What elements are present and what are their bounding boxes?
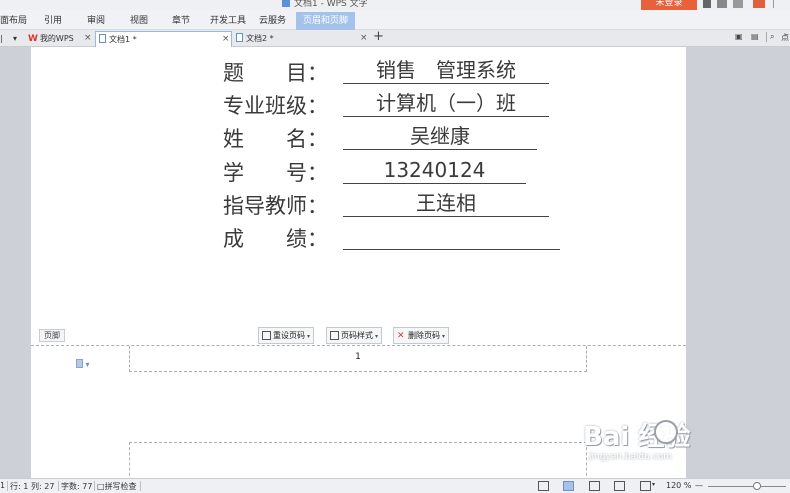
page-number-options[interactable]: ▾ [76, 359, 90, 369]
watermark-url: jingyan.baidu.com [589, 452, 673, 462]
outline-view-icon[interactable] [589, 481, 600, 491]
tab-list-dropdown[interactable]: ▾ [13, 31, 23, 47]
field-label: 学 号： [223, 161, 328, 185]
column-indicator: 列: 27 [31, 482, 55, 491]
field-label: 成 绩： [223, 227, 328, 251]
page-view-icon[interactable] [563, 481, 574, 491]
field-label: 姓 名： [223, 127, 328, 151]
chevron-down-icon: ▾ [307, 333, 311, 340]
delete-page-number-button[interactable]: ✕ 删除页码 ▾ [393, 327, 450, 344]
document-workspace[interactable]: 题 目： 销售 管理系统 专业班级： 计算机（一）班 姓 名： 吴继康 学 号：… [0, 47, 790, 478]
tab-review[interactable]: 审阅 [87, 13, 105, 30]
web-view-icon[interactable] [614, 481, 625, 491]
tab-document-1[interactable]: 文档1 * × [95, 31, 232, 47]
tab-cloud-services[interactable]: 云服务 [259, 13, 286, 30]
close-icon[interactable]: × [84, 31, 92, 46]
search-icon[interactable]: ⌕ [770, 32, 774, 42]
wps-logo-icon: W [28, 34, 38, 44]
share-icon[interactable]: ▣ [735, 32, 743, 41]
footer-area[interactable]: 1 [129, 346, 587, 372]
comment-icon[interactable]: ▤ [751, 32, 759, 41]
close-icon[interactable]: × [360, 31, 368, 46]
zoom-out-button[interactable]: — [695, 481, 703, 490]
login-button[interactable]: 未登录 [641, 0, 697, 10]
spell-check-toggle[interactable]: □拼写检查 [97, 481, 137, 492]
spell-check-label: 拼写检查 [104, 482, 137, 491]
divider [58, 481, 59, 491]
field-value[interactable]: 计算机（一）班 [343, 90, 549, 117]
document-icon [99, 34, 106, 43]
page-number-style-button[interactable]: 页码样式 ▾ [326, 327, 383, 344]
tab-label: 文档1 * [109, 35, 137, 44]
tab-label: 文档2 * [246, 34, 274, 43]
chevron-down-icon: ▾ [85, 360, 90, 369]
settings-icon[interactable] [717, 0, 727, 8]
ribbon-tab-bar: 面布局 引用 审阅 视图 章节 开发工具 云服务 页眉和页脚 [0, 10, 790, 30]
title-divider [773, 0, 774, 8]
window-title-bar: 文档1 - WPS 文字 未登录 [0, 0, 790, 10]
field-value[interactable]: 销售 管理系统 [343, 57, 549, 84]
window-title: 文档1 - WPS 文字 [282, 0, 368, 9]
button-label: 重设页码 [273, 331, 305, 340]
tab-references[interactable]: 引用 [44, 13, 62, 30]
window-title-text: 文档1 - WPS 文字 [294, 0, 368, 9]
tab-sections[interactable]: 章节 [172, 13, 190, 30]
document-icon [236, 33, 243, 42]
checkbox-icon: □ [97, 482, 105, 491]
field-label: 指导教师： [223, 194, 328, 218]
tab-bar-edge: | [0, 34, 3, 43]
zoom-slider-handle[interactable] [753, 482, 761, 490]
tab-view[interactable]: 视图 [130, 13, 148, 30]
reading-view-icon[interactable] [640, 481, 651, 491]
chevron-down-icon: ▾ [442, 333, 446, 340]
document-tab-bar: | ▾ W 我的WPS × 文档1 * × 文档2 * × + ▣ ▤ ⌕ 点 [0, 29, 790, 47]
document-page[interactable]: 题 目： 销售 管理系统 专业班级： 计算机（一）班 姓 名： 吴继康 学 号：… [31, 47, 686, 429]
tab-label: 我的WPS [39, 34, 74, 43]
field-value[interactable]: 王连相 [343, 190, 549, 217]
zoom-slider-track[interactable] [708, 486, 786, 487]
field-value[interactable] [343, 223, 560, 250]
tab-my-wps[interactable]: W 我的WPS × [28, 31, 94, 47]
row-indicator: 行: 1 [10, 482, 29, 491]
baidu-paw-icon [654, 420, 678, 444]
new-tab-plus-icon[interactable]: + [373, 29, 384, 44]
reset-page-number-icon [262, 331, 271, 340]
field-label: 专业班级： [223, 94, 328, 118]
zoom-level[interactable]: 120 % [666, 481, 691, 490]
status-bar: 1 行: 1 列: 27 字数: 77 □拼写检查 ▾ 120 % — [0, 478, 790, 493]
button-label: 删除页码 [408, 331, 440, 340]
focus-mode-icon[interactable] [538, 481, 549, 491]
field-label: 题 目： [223, 61, 328, 85]
word-count[interactable]: 字数: 77 [61, 481, 92, 492]
chevron-down-icon: ▾ [375, 333, 379, 340]
help-icon[interactable] [733, 0, 743, 8]
header-area[interactable] [129, 442, 587, 478]
field-value[interactable]: 吴继康 [343, 123, 537, 150]
page-icon [76, 359, 83, 368]
tab-header-footer[interactable]: 页眉和页脚 [296, 12, 356, 30]
divider [140, 481, 141, 491]
search-label: 点 [781, 33, 789, 42]
divider [766, 32, 767, 42]
field-value[interactable]: 13240124 [343, 157, 526, 184]
document-icon [282, 0, 290, 7]
page-number: 1 [355, 352, 361, 362]
button-label: 页码样式 [341, 331, 373, 340]
skin-icon[interactable] [703, 0, 711, 8]
page-number-style-icon [330, 331, 339, 340]
footer-section-label: 页脚 [39, 329, 65, 342]
tab-document-2[interactable]: 文档2 * × [236, 31, 372, 47]
chevron-down-icon[interactable]: ▾ [652, 481, 655, 488]
page-indicator[interactable]: 1 [0, 481, 5, 490]
tab-developer-tools[interactable]: 开发工具 [210, 13, 246, 30]
close-icon[interactable]: × [222, 32, 230, 47]
reset-page-number-button[interactable]: 重设页码 ▾ [258, 327, 315, 344]
divider [94, 481, 95, 491]
delete-icon: ✕ [397, 331, 405, 341]
divider [7, 481, 8, 491]
tab-page-layout[interactable]: 面布局 [0, 13, 27, 30]
download-icon[interactable] [753, 0, 765, 8]
baidu-watermark: Bai 经验 jingyan.baidu.com [583, 416, 783, 476]
